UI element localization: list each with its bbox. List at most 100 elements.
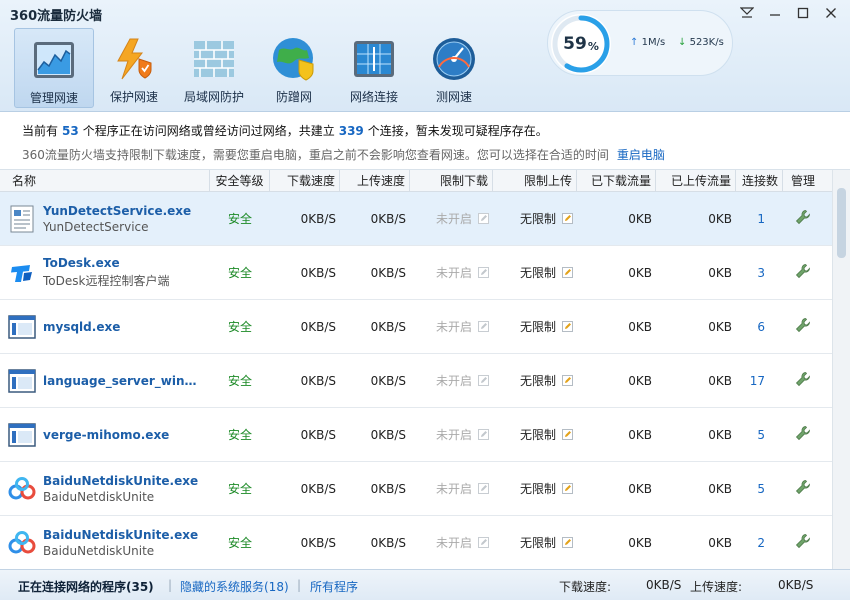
- cell-limit-upload[interactable]: 无限制: [493, 462, 577, 516]
- edit-icon[interactable]: [478, 537, 489, 548]
- edit-icon[interactable]: [478, 375, 489, 386]
- speed-gauge-panel[interactable]: 59% ↑ 1M/s ↓ 523K/s: [547, 10, 733, 76]
- cell-limit-download[interactable]: 未开启: [410, 408, 493, 462]
- col-upload-speed[interactable]: 上传速度: [340, 170, 410, 192]
- document-icon: [8, 205, 36, 233]
- cell-upload-speed: 0KB/S: [370, 319, 406, 334]
- cell-limit-download[interactable]: 未开启: [410, 462, 493, 516]
- wrench-icon[interactable]: [795, 479, 811, 498]
- wrench-icon[interactable]: [795, 263, 811, 282]
- cell-download-speed: 0KB/S: [300, 265, 336, 280]
- edit-icon[interactable]: [478, 213, 489, 224]
- col-level[interactable]: 安全等级: [210, 170, 270, 192]
- edit-icon[interactable]: [562, 537, 573, 548]
- cell-limit-upload[interactable]: 无限制: [493, 192, 577, 246]
- gauge-percent: 59%: [563, 34, 599, 54]
- cell-connections[interactable]: 5: [736, 408, 783, 462]
- cell-upload-speed: 0KB/S: [370, 427, 406, 442]
- wrench-icon[interactable]: [795, 425, 811, 444]
- nav-anti-leech[interactable]: 防蹭网: [254, 28, 334, 108]
- col-manage[interactable]: 管理: [783, 170, 823, 192]
- col-name[interactable]: 名称: [0, 170, 210, 192]
- edit-icon[interactable]: [562, 267, 573, 278]
- edit-icon[interactable]: [562, 375, 573, 386]
- cell-limit-download[interactable]: 未开启: [410, 300, 493, 354]
- cell-connections[interactable]: 1: [736, 192, 783, 246]
- cell-downloaded: 0KB: [628, 427, 652, 442]
- cell-limit-download[interactable]: 未开启: [410, 246, 493, 300]
- nav-manage-speed[interactable]: 管理网速: [14, 28, 94, 108]
- cell-name: BaiduNetdiskUnite.exe BaiduNetdiskUnite: [0, 516, 210, 570]
- nav-protect-speed[interactable]: 保护网速: [94, 28, 174, 108]
- wrench-icon[interactable]: [795, 371, 811, 390]
- wrench-icon[interactable]: [795, 209, 811, 228]
- table-scrollbar[interactable]: [832, 170, 850, 569]
- minimize-icon[interactable]: [764, 4, 786, 22]
- wrench-icon[interactable]: [795, 317, 811, 336]
- cell-security-level: 安全: [227, 212, 252, 226]
- tab-all-programs[interactable]: 所有程序: [310, 578, 358, 595]
- nav-lan-protect[interactable]: 局域网防护: [174, 28, 254, 108]
- edit-icon[interactable]: [478, 267, 489, 278]
- cell-limit-upload[interactable]: 无限制: [493, 516, 577, 570]
- cell-name: mysqld.exe: [0, 300, 210, 354]
- process-name: YunDetectService.exe: [43, 203, 192, 218]
- edit-icon[interactable]: [478, 429, 489, 440]
- table-row[interactable]: mysqld.exe 安全 0KB/S 0KB/S 未开启 无限制 0KB 0KB 6: [0, 300, 832, 354]
- brick-wall-icon: [191, 36, 237, 82]
- cell-manage: [783, 246, 823, 300]
- cell-limit-upload[interactable]: 无限制: [493, 300, 577, 354]
- col-limit-download[interactable]: 限制下载: [410, 170, 493, 192]
- cell-limit-upload[interactable]: 无限制: [493, 354, 577, 408]
- col-connections[interactable]: 连接数: [736, 170, 783, 192]
- menu-icon[interactable]: [736, 4, 758, 22]
- cell-limit-upload[interactable]: 无限制: [493, 246, 577, 300]
- table-row[interactable]: YunDetectService.exe YunDetectService 安全 0K…: [0, 192, 832, 246]
- edit-icon[interactable]: [562, 429, 573, 440]
- cell-security-level: 安全: [227, 482, 252, 496]
- col-download-speed[interactable]: 下载速度: [270, 170, 340, 192]
- cell-connections[interactable]: 2: [736, 516, 783, 570]
- table-row[interactable]: language_server_wind... 安全 0KB/S 0KB/S 未开启 无限…: [0, 354, 832, 408]
- restart-link[interactable]: 重启电脑: [617, 148, 665, 162]
- cell-connections[interactable]: 3: [736, 246, 783, 300]
- nav-network-connections[interactable]: 网络连接: [334, 28, 414, 108]
- table-row[interactable]: verge-mihomo.exe 安全 0KB/S 0KB/S 未开启 无限制 0KB 0KB…: [0, 408, 832, 462]
- close-icon[interactable]: [820, 4, 842, 22]
- cell-connections[interactable]: 5: [736, 462, 783, 516]
- program-count: 53: [62, 124, 79, 138]
- edit-icon[interactable]: [562, 213, 573, 224]
- cell-downloaded: 0KB: [628, 265, 652, 280]
- table-row[interactable]: BaiduNetdiskUnite.exe BaiduNetdiskUnite 安全…: [0, 516, 832, 569]
- cell-connections[interactable]: 17: [736, 354, 783, 408]
- cell-limit-download[interactable]: 未开启: [410, 192, 493, 246]
- col-limit-upload[interactable]: 限制上传: [493, 170, 577, 192]
- col-uploaded[interactable]: 已上传流量: [656, 170, 736, 192]
- nav-test-speed[interactable]: 测网速: [414, 28, 494, 108]
- table-row[interactable]: BaiduNetdiskUnite.exe BaiduNetdiskUnite 安全…: [0, 462, 832, 516]
- window-app-icon: [8, 313, 36, 341]
- todesk-icon: [8, 259, 36, 287]
- edit-icon[interactable]: [562, 321, 573, 332]
- maximize-icon[interactable]: [792, 4, 814, 22]
- cell-limit-download[interactable]: 未开启: [410, 354, 493, 408]
- cell-limit-upload[interactable]: 无限制: [493, 408, 577, 462]
- edit-icon[interactable]: [562, 483, 573, 494]
- nav-label: 网络连接: [349, 90, 398, 104]
- edit-icon[interactable]: [478, 483, 489, 494]
- table-row[interactable]: ToDesk.exe ToDesk远程控制客户端 安全 0KB/S 0KB/S 未开启 无限…: [0, 246, 832, 300]
- cell-connections[interactable]: 6: [736, 300, 783, 354]
- wrench-icon[interactable]: [795, 533, 811, 552]
- cell-name: verge-mihomo.exe: [0, 408, 210, 462]
- cell-uploaded: 0KB: [708, 265, 732, 280]
- cell-limit-download[interactable]: 未开启: [410, 516, 493, 570]
- speedometer-icon: [431, 36, 477, 82]
- download-speed: ↓ 523K/s: [678, 37, 724, 48]
- edit-icon[interactable]: [478, 321, 489, 332]
- col-downloaded[interactable]: 已下载流量: [577, 170, 656, 192]
- tab-hidden-services[interactable]: 隐藏的系统服务(18): [180, 578, 289, 595]
- tab-connected-programs[interactable]: 正在连接网络的程序(35): [18, 578, 154, 595]
- scroll-thumb[interactable]: [837, 188, 846, 258]
- cell-uploaded: 0KB: [708, 373, 732, 388]
- cell-uploaded: 0KB: [708, 535, 732, 550]
